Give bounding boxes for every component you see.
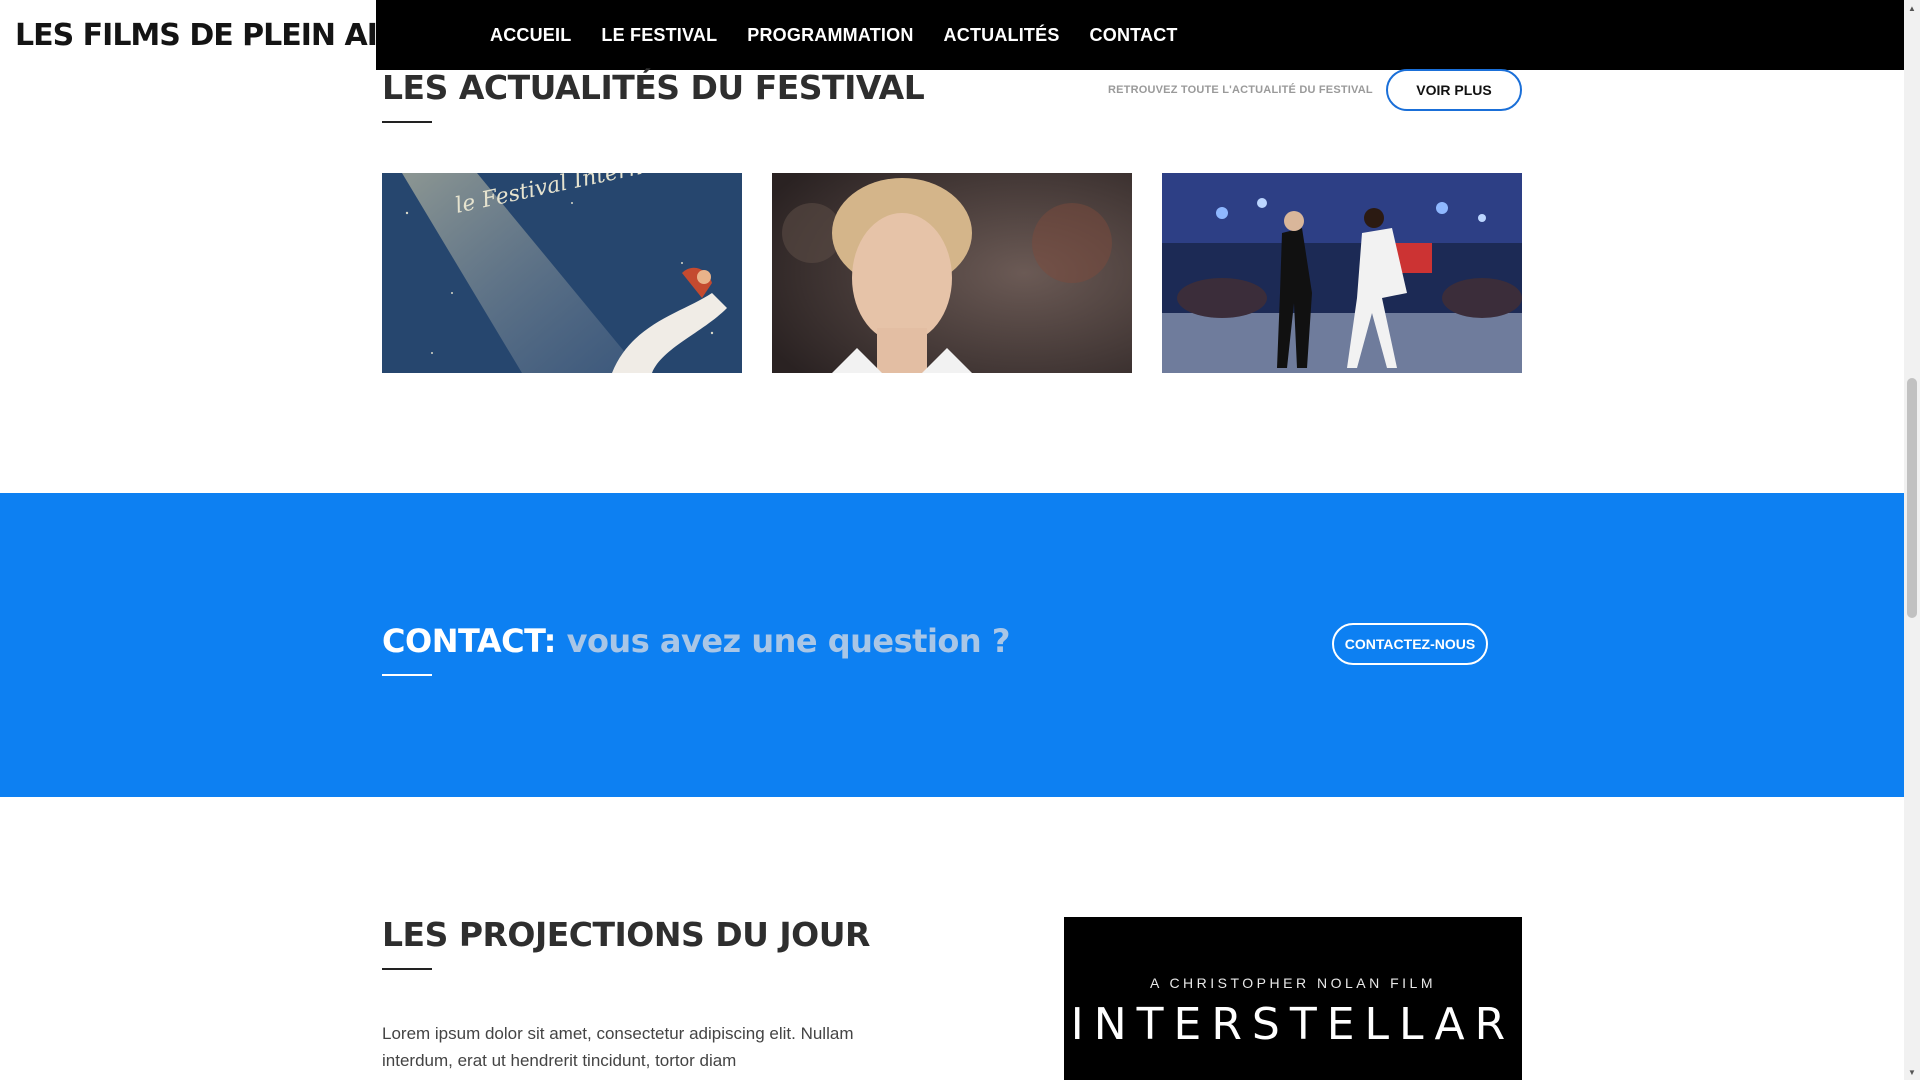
site-logo[interactable]: LES FILMS DE PLEIN AIR. (15, 17, 411, 53)
festival-poster-image: le Festival International du film (382, 173, 742, 373)
interstellar-poster[interactable]: A CHRISTOPHER NOLAN FILM INTERSTELLAR (1064, 917, 1522, 1080)
page-scrollbar[interactable]: ▲ ▼ (1904, 0, 1920, 1080)
logo-text: LES FILMS DE PLEIN AIR (15, 17, 401, 53)
projections-title-underline (382, 968, 432, 970)
nav-item-contact[interactable]: CONTACT (1090, 25, 1178, 45)
scrollbar-thumb[interactable] (1907, 378, 1917, 618)
news-section-title: LES ACTUALITÉS DU FESTIVAL (382, 68, 925, 107)
nav-item-le-festival[interactable]: LE FESTIVAL (601, 25, 717, 45)
nav-item-programmation[interactable]: PROGRAMMATION (747, 25, 913, 45)
news-card-festival[interactable]: le Festival International du film (382, 173, 742, 373)
poster-title: INTERSTELLAR (1070, 999, 1516, 1050)
projections-section-title: LES PROJECTIONS DU JOUR (382, 915, 870, 954)
news-card-dance[interactable] (1162, 173, 1522, 373)
poster-credit: A CHRISTOPHER NOLAN FILM (1149, 975, 1436, 991)
actress-portrait-image (772, 173, 1132, 373)
contact-band: CONTACT: vous avez une question ? CONTAC… (0, 493, 1904, 797)
main-nav: ACCUEIL LE FESTIVAL PROGRAMMATION ACTUAL… (376, 0, 1904, 70)
contact-question: vous avez une question ? (566, 622, 1011, 660)
scroll-up-arrow-icon[interactable]: ▲ (1904, 0, 1920, 16)
nav-item-actualites[interactable]: ACTUALITÉS (944, 25, 1060, 45)
contact-title: CONTACT: vous avez une question ? (382, 622, 1010, 660)
logo-area: LES FILMS DE PLEIN AIR. (0, 0, 411, 70)
news-subtitle: RETROUVEZ TOUTE L'ACTUALITÉ DU FESTIVAL (1108, 84, 1373, 96)
news-card-actress[interactable] (772, 173, 1132, 373)
dance-scene-image (1162, 173, 1522, 373)
contact-label: CONTACT: (382, 622, 556, 660)
scroll-down-arrow-icon[interactable]: ▼ (1904, 1064, 1920, 1080)
contact-title-underline (382, 674, 432, 676)
voir-plus-button[interactable]: VOIR PLUS (1386, 69, 1522, 111)
news-title-underline (382, 121, 432, 123)
contactez-nous-button[interactable]: CONTACTEZ-NOUS (1332, 623, 1488, 665)
projections-text: Lorem ipsum dolor sit amet, consectetur … (382, 1024, 854, 1070)
nav-item-accueil[interactable]: ACCUEIL (490, 25, 571, 45)
